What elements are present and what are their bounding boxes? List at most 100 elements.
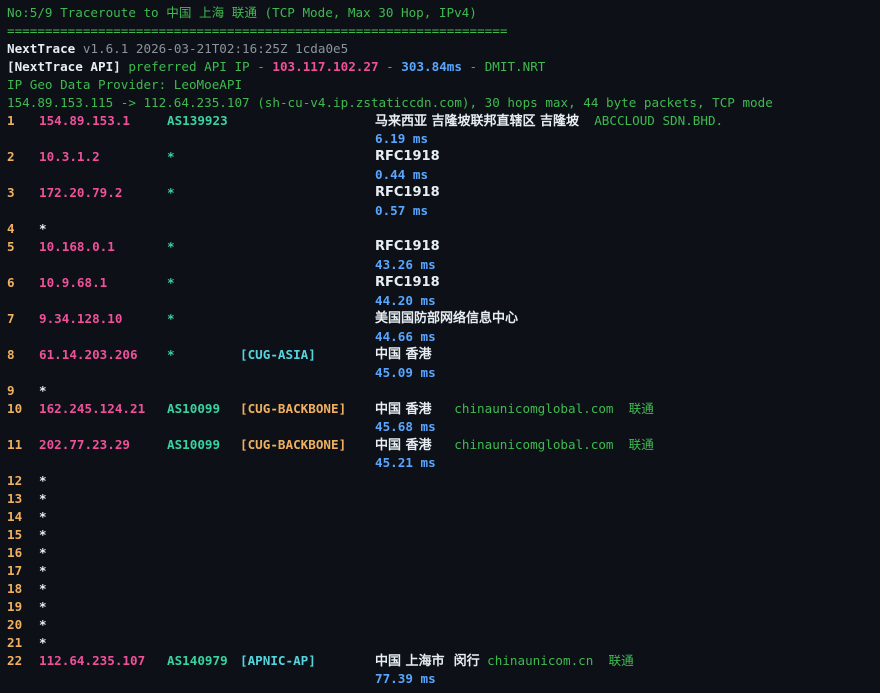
hop-geo: 中国 上海市 闵行 chinaunicom.cn 联通 [375, 652, 634, 671]
hop-number: 18 [7, 581, 23, 596]
hop-latency-row: 44.20 ms [7, 292, 880, 310]
hop-number: 8 [7, 347, 15, 362]
hop-asn: AS10099 [167, 437, 221, 452]
hop-asn: * [167, 149, 175, 164]
hop-number: 17 [7, 563, 23, 578]
hop-latency-row: 0.57 ms [7, 202, 880, 220]
hop-geo: RFC1918 [375, 238, 440, 256]
hop-network-tag: [CUG-ASIA] [240, 347, 316, 362]
hop-number: 19 [7, 599, 23, 614]
hop-latency: 0.57 ms [375, 203, 429, 218]
hop-row: 20 * [7, 616, 880, 634]
api-text: preferred API IP - [120, 59, 273, 74]
hop-latency-row: 45.21 ms [7, 454, 880, 472]
hop-geo: 中国 香港 chinaunicomglobal.com 联通 [375, 400, 654, 419]
hop-row: 10 162.245.124.21 AS10099 [CUG-BACKBONE] 中国 … [7, 400, 880, 418]
hop-latency: 45.21 ms [375, 455, 436, 470]
hop-number: 16 [7, 545, 23, 560]
hop-ip: 154.89.153.1 [39, 113, 130, 128]
hop-geo: RFC1918 [375, 184, 440, 202]
hop-geo-text: RFC1918 [375, 185, 440, 200]
hop-row: 8 61.14.203.206 * [CUG-ASIA] 中国 香港 [7, 346, 880, 364]
hop-network-tag: [CUG-BACKBONE] [240, 437, 347, 452]
hop-row: 21 * [7, 634, 880, 652]
hop-number: 12 [7, 473, 23, 488]
api-ip: 103.117.102.27 [272, 59, 379, 74]
hop-number: 13 [7, 491, 23, 506]
hop-latency-row: 77.39 ms [7, 670, 880, 688]
hop-timeout: * [39, 527, 47, 542]
hop-ip: 10.168.0.1 [39, 239, 115, 254]
hop-row: 18 * [7, 580, 880, 598]
hop-number: 2 [7, 149, 15, 164]
hop-row: 17 * [7, 562, 880, 580]
hop-row: 14 * [7, 508, 880, 526]
hop-geo-text: 中国 香港 [375, 402, 432, 417]
hop-row: 5 10.168.0.1 * RFC1918 [7, 238, 880, 256]
hop-latency-row: 43.26 ms [7, 256, 880, 274]
hop-timeout: * [39, 509, 47, 524]
hop-asn: * [167, 347, 175, 362]
hop-row: 12 * [7, 472, 880, 490]
hop-number: 22 [7, 653, 23, 668]
hop-number: 15 [7, 527, 23, 542]
hop-geo-text: 中国 香港 [375, 347, 432, 362]
geo-provider-line: IP Geo Data Provider: LeoMoeAPI [7, 77, 243, 92]
hop-geo: RFC1918 [375, 148, 440, 166]
hop-geo-text: RFC1918 [375, 275, 440, 290]
hop-ip: 172.20.79.2 [39, 185, 123, 200]
hop-ip: 202.77.23.29 [39, 437, 130, 452]
hop-row: 6 10.9.68.1 * RFC1918 [7, 274, 880, 292]
hop-list: 1 154.89.153.1 AS139923 马来西亚 吉隆坡联邦直辖区 吉隆坡 A… [7, 112, 880, 688]
hop-timeout: * [39, 491, 47, 506]
hop-timeout: * [39, 617, 47, 632]
hop-number: 5 [7, 239, 15, 254]
api-node: DMIT.NRT [484, 59, 546, 74]
hop-geo-text: RFC1918 [375, 239, 440, 254]
hop-asn: * [167, 239, 175, 254]
hop-timeout: * [39, 563, 47, 578]
hop-latency: 44.20 ms [375, 293, 436, 308]
app-name: NextTrace [7, 41, 76, 56]
hop-org: chinaunicomglobal.com 联通 [431, 401, 654, 416]
hop-network-tag: [CUG-BACKBONE] [240, 401, 347, 416]
separator-rule: ========================================… [7, 23, 508, 38]
hop-timeout: * [39, 635, 47, 650]
hop-number: 6 [7, 275, 15, 290]
hop-latency-row: 45.09 ms [7, 364, 880, 382]
hop-timeout: * [39, 383, 47, 398]
hop-ip: 162.245.124.21 [39, 401, 146, 416]
hop-number: 9 [7, 383, 15, 398]
hop-timeout: * [39, 599, 47, 614]
api-line: [NextTrace API] preferred API IP - 103.1… [7, 58, 880, 76]
hop-row: 19 * [7, 598, 880, 616]
hop-number: 1 [7, 113, 15, 128]
hop-row: 2 10.3.1.2 * RFC1918 [7, 148, 880, 166]
hop-number: 14 [7, 509, 23, 524]
hop-row: 4 * [7, 220, 880, 238]
hop-number: 3 [7, 185, 15, 200]
hop-asn: AS139923 [167, 113, 228, 128]
hop-latency: 0.44 ms [375, 167, 429, 182]
hop-row: 9 * [7, 382, 880, 400]
hop-row: 3 172.20.79.2 * RFC1918 [7, 184, 880, 202]
api-sep2: - [461, 59, 485, 74]
hop-geo: RFC1918 [375, 274, 440, 292]
hop-latency-row: 45.68 ms [7, 418, 880, 436]
hop-geo: 中国 香港 [375, 346, 432, 364]
api-latency: 303.84ms [401, 59, 462, 74]
hop-number: 11 [7, 437, 23, 452]
api-tag: [NextTrace API] [7, 59, 121, 74]
hop-ip: 10.3.1.2 [39, 149, 100, 164]
hop-latency: 6.19 ms [375, 131, 429, 146]
app-meta: v1.6.1 2026-03-21T02:16:25Z 1cda0e5 [75, 41, 349, 56]
hop-asn: * [167, 185, 175, 200]
hop-asn: * [167, 275, 175, 290]
hop-geo: 中国 香港 chinaunicomglobal.com 联通 [375, 436, 654, 455]
hop-timeout: * [39, 473, 47, 488]
hop-ip: 61.14.203.206 [39, 347, 138, 362]
hop-number: 4 [7, 221, 15, 236]
terminal-window: No:5/9 Traceroute to 中国 上海 联通 (TCP Mode,… [0, 0, 880, 693]
hop-ip: 9.34.128.10 [39, 311, 123, 326]
hop-org: ABCCLOUD SDN.BHD. [579, 113, 724, 128]
